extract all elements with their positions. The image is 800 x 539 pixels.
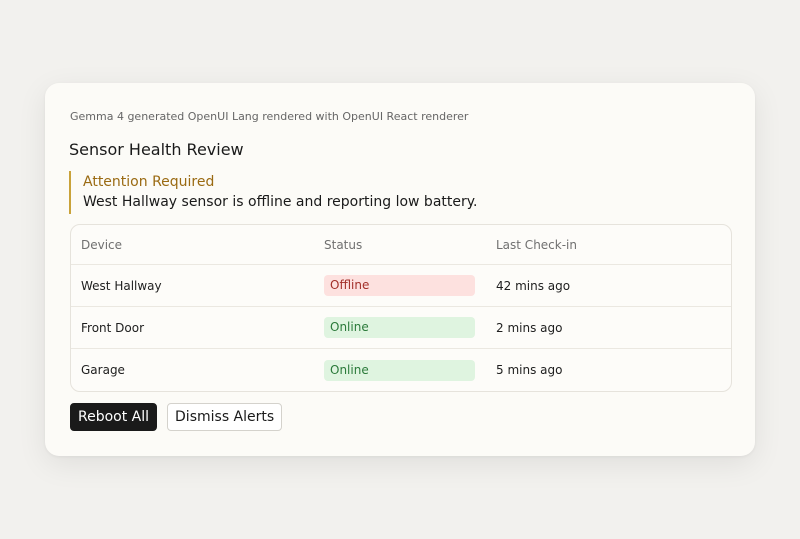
card-title: Sensor Health Review — [69, 140, 244, 159]
device-name: Front Door — [81, 320, 145, 335]
reboot-all-button[interactable]: Reboot All — [70, 403, 158, 431]
table-row: Garage Online 5 mins ago — [71, 349, 731, 391]
action-bar: Reboot All Dismiss Alerts — [70, 403, 283, 431]
status-badge: Online — [324, 317, 475, 338]
dismiss-alerts-button[interactable]: Dismiss Alerts — [167, 403, 283, 431]
header-last-checkin: Last Check-in — [496, 237, 577, 252]
last-checkin: 42 mins ago — [496, 278, 571, 293]
table-header-row: Device Status Last Check-in — [71, 225, 731, 265]
table-row: Front Door Online 2 mins ago — [71, 307, 731, 349]
header-status: Status — [324, 237, 363, 252]
caption-text: Gemma 4 generated OpenUI Lang rendered w… — [70, 110, 469, 123]
last-checkin: 5 mins ago — [496, 363, 563, 377]
sensor-review-card: Gemma 4 generated OpenUI Lang rendered w… — [45, 83, 755, 456]
status-cell: Offline — [324, 265, 475, 306]
last-checkin: 2 mins ago — [496, 320, 563, 335]
callout-message: West Hallway sensor is offline and repor… — [83, 194, 478, 210]
device-name: West Hallway — [81, 278, 162, 293]
device-table: Device Status Last Check-in West Hallway… — [70, 224, 732, 392]
status-cell: Online — [324, 349, 475, 391]
header-device: Device — [81, 237, 123, 252]
table-row: West Hallway Offline 42 mins ago — [71, 265, 731, 307]
status-badge: Online — [324, 359, 475, 381]
attention-callout: Attention Required West Hallway sensor i… — [69, 171, 477, 214]
status-badge: Offline — [324, 275, 475, 296]
callout-title: Attention Required — [83, 174, 215, 190]
status-cell: Online — [324, 307, 475, 348]
device-name: Garage — [81, 363, 125, 377]
